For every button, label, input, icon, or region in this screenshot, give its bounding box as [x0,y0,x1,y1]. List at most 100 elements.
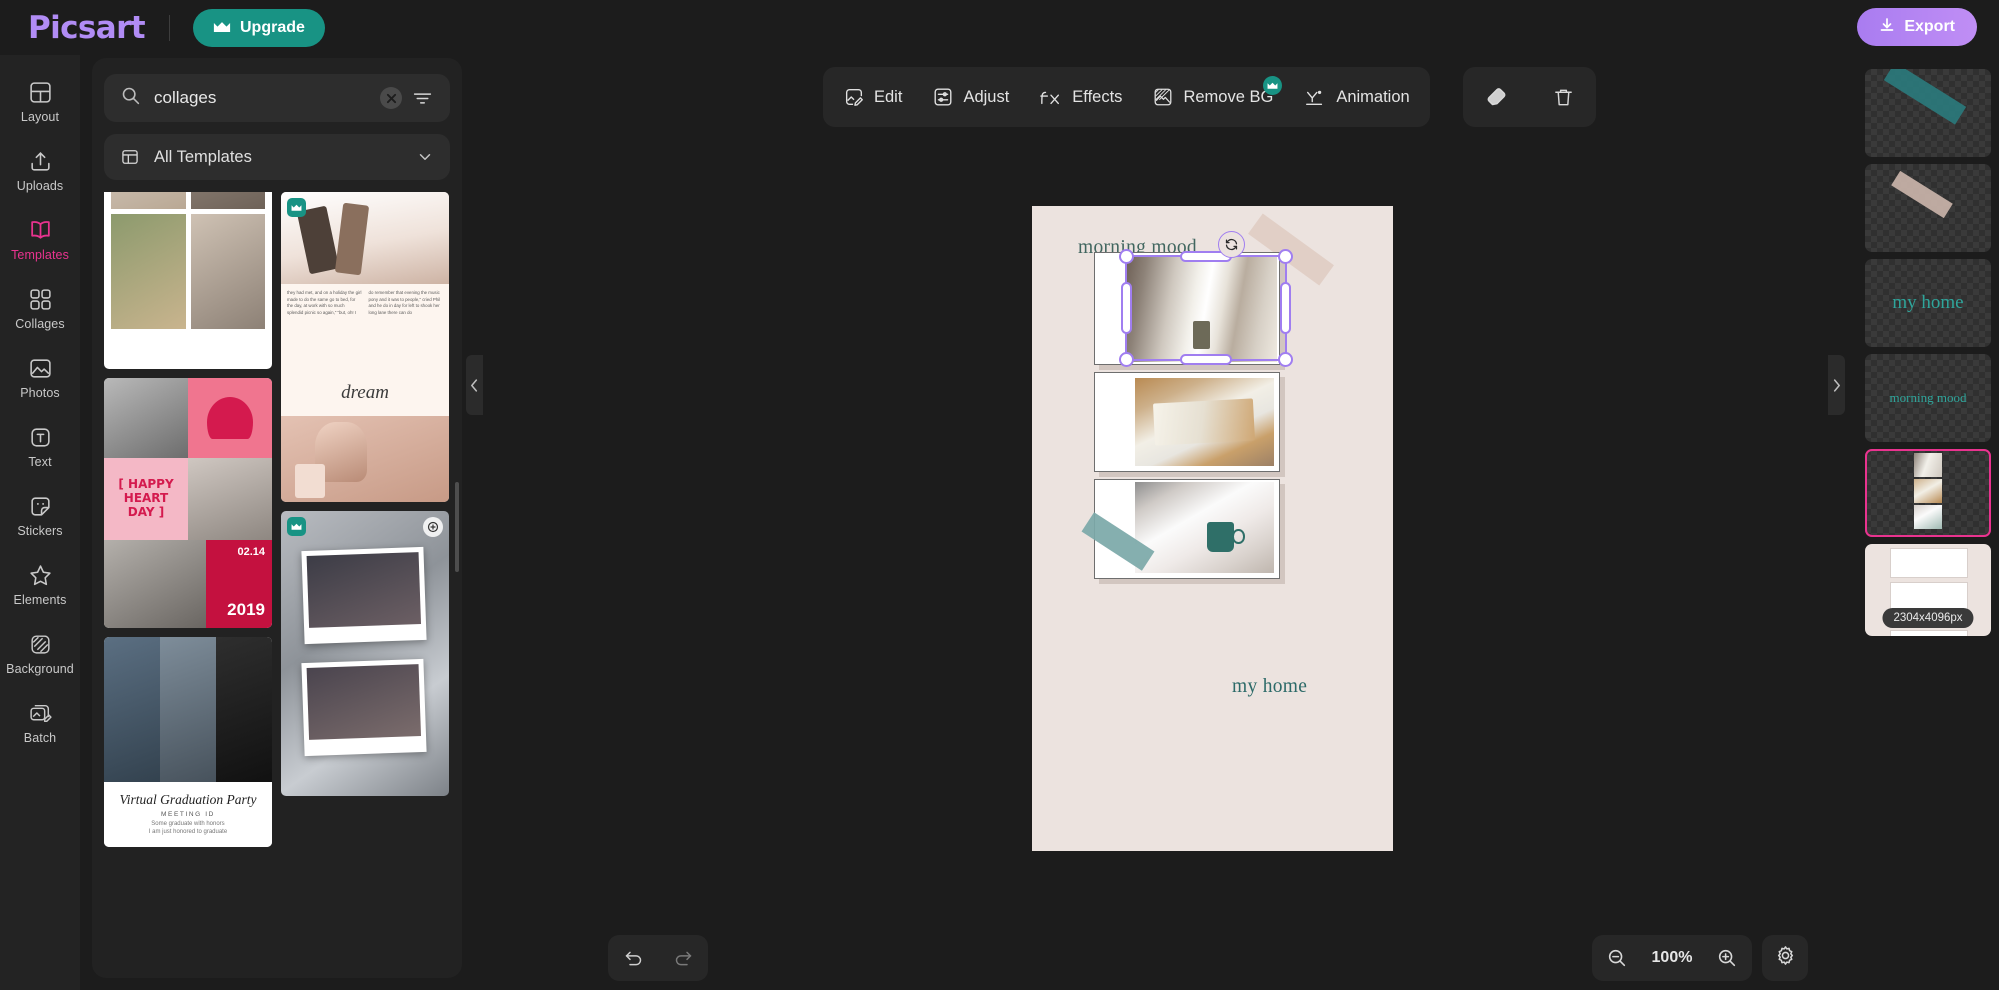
fx-icon [1039,86,1063,108]
refresh-icon[interactable] [1218,231,1245,258]
stickers-icon [28,494,53,519]
chevron-down-icon [416,148,434,166]
templates-panel: All Templates [92,58,462,978]
undo-icon[interactable] [623,948,644,969]
sidebar-item-label: Text [28,455,52,469]
sidebar-item-background[interactable]: Background [0,621,80,687]
sidebar-item-label: Layout [20,110,60,124]
resize-handle-bottom-right[interactable] [1278,352,1293,367]
export-button[interactable]: Export [1857,8,1977,46]
tool-effects[interactable]: Effects [1039,86,1122,108]
top-bar: Picsart Upgrade Export [0,0,1999,55]
layout-icon [28,80,53,105]
zoom-in-icon[interactable] [1716,947,1738,969]
collapse-panel-button[interactable] [466,355,483,415]
resize-handle-bottom[interactable] [1180,354,1232,365]
green-mug-bed-photo[interactable] [1135,482,1274,573]
panel-scrollbar[interactable] [455,482,459,572]
zoom-controls: 100% [1592,935,1752,981]
adjust-icon [932,86,954,108]
filter-icon[interactable] [412,88,433,109]
template-card-beach-duo[interactable] [104,192,272,369]
edit-image-icon [843,86,865,108]
settings-button[interactable] [1762,935,1808,981]
photo-frame-book[interactable] [1094,372,1280,472]
tool-remove-bg[interactable]: Remove BG [1152,76,1283,108]
upgrade-button[interactable]: Upgrade [193,8,325,47]
export-label: Export [1904,18,1955,35]
template-card-fashion-legs[interactable]: they had met, and on a holiday the girl … [281,192,449,502]
dropdown-label: All Templates [154,147,252,166]
templates-grid[interactable]: [ HAPPY HEART DAY ] 02.14 2019 Virtual G… [92,192,462,978]
tool-label: Remove BG [1183,87,1274,106]
sidebar-item-templates[interactable]: Templates [0,207,80,273]
sidebar-item-label: Uploads [16,179,64,193]
canvas-footer-text[interactable]: my home [1232,676,1307,698]
zoom-out-icon[interactable] [1606,947,1628,969]
plus-icon[interactable] [423,517,443,537]
template-card-party-photostrip[interactable] [281,511,449,796]
template-card-heart-day[interactable]: [ HAPPY HEART DAY ] 02.14 2019 [104,378,272,628]
canvas-toolbar: Edit Adjust Effects Remove BG Animation [823,67,1430,127]
tool-label: Edit [874,87,903,106]
crown-icon [213,21,231,34]
redo-icon[interactable] [673,948,694,969]
layer-morning-mood[interactable]: morning mood [1865,354,1991,442]
sidebar-item-uploads[interactable]: Uploads [0,138,80,204]
open-book-bed-photo[interactable] [1135,378,1274,466]
all-templates-dropdown[interactable]: All Templates [104,134,450,180]
upload-icon [28,149,53,174]
layer-label: my home [1892,292,1964,313]
clear-search-button[interactable] [380,87,402,109]
collages-icon [28,287,53,312]
search-icon [120,85,141,111]
layer-photo-strip[interactable] [1865,449,1991,537]
photo-frame-mug[interactable] [1094,479,1280,579]
tool-edit[interactable]: Edit [843,86,902,108]
layer-label: morning mood [1889,390,1967,405]
bg-thumb-box-1 [1890,548,1968,578]
pink-tape-thumb [1891,170,1953,219]
resize-handle-right[interactable] [1280,282,1291,334]
template-card-graduation-party[interactable]: Virtual Graduation Party MEETING ID Some… [104,637,272,847]
layer-background[interactable]: 2304x4096px [1865,544,1991,636]
layer-teal-tape[interactable] [1865,69,1991,157]
text-icon [28,425,53,450]
sidebar-item-label: Background [6,662,74,676]
sidebar-item-stickers[interactable]: Stickers [0,483,80,549]
sidebar-item-label: Photos [20,386,60,400]
design-canvas[interactable]: morning mood my home [1032,206,1393,851]
tool-adjust[interactable]: Adjust [932,86,1009,108]
left-sidebar: Layout Uploads Templates Collages Photos… [0,55,80,990]
sidebar-item-photos[interactable]: Photos [0,345,80,411]
layer-my-home[interactable]: my home [1865,259,1991,347]
layer-pink-tape[interactable] [1865,164,1991,252]
background-icon [28,632,53,657]
sidebar-item-collages[interactable]: Collages [0,276,80,342]
sidebar-item-label: Templates [11,248,69,262]
bg-thumb-box-3 [1890,630,1968,636]
eraser-icon[interactable] [1485,85,1509,109]
search-bar[interactable] [104,74,450,122]
sidebar-item-elements[interactable]: Elements [0,552,80,618]
tool-animation[interactable]: Animation [1303,86,1410,108]
search-input[interactable] [154,88,380,108]
trash-icon[interactable] [1552,86,1575,109]
selection-box[interactable] [1119,249,1293,367]
zoom-level-value[interactable]: 100% [1652,949,1693,967]
resize-handle-top-right[interactable] [1278,249,1293,264]
sidebar-item-text[interactable]: Text [0,414,80,480]
tool-label: Animation [1336,87,1410,106]
sidebar-item-label: Collages [15,317,65,331]
divider [169,14,170,41]
sidebar-item-batch[interactable]: Batch [0,690,80,756]
gear-icon [1774,944,1797,972]
upgrade-label: Upgrade [240,18,305,36]
expand-layers-button[interactable] [1828,355,1845,415]
resize-handle-left[interactable] [1121,282,1132,334]
resize-handle-bottom-left[interactable] [1119,352,1134,367]
picsart-logo[interactable]: Picsart [28,10,146,46]
sidebar-item-layout[interactable]: Layout [0,69,80,135]
resize-handle-top-left[interactable] [1119,249,1134,264]
animation-icon [1303,86,1327,108]
